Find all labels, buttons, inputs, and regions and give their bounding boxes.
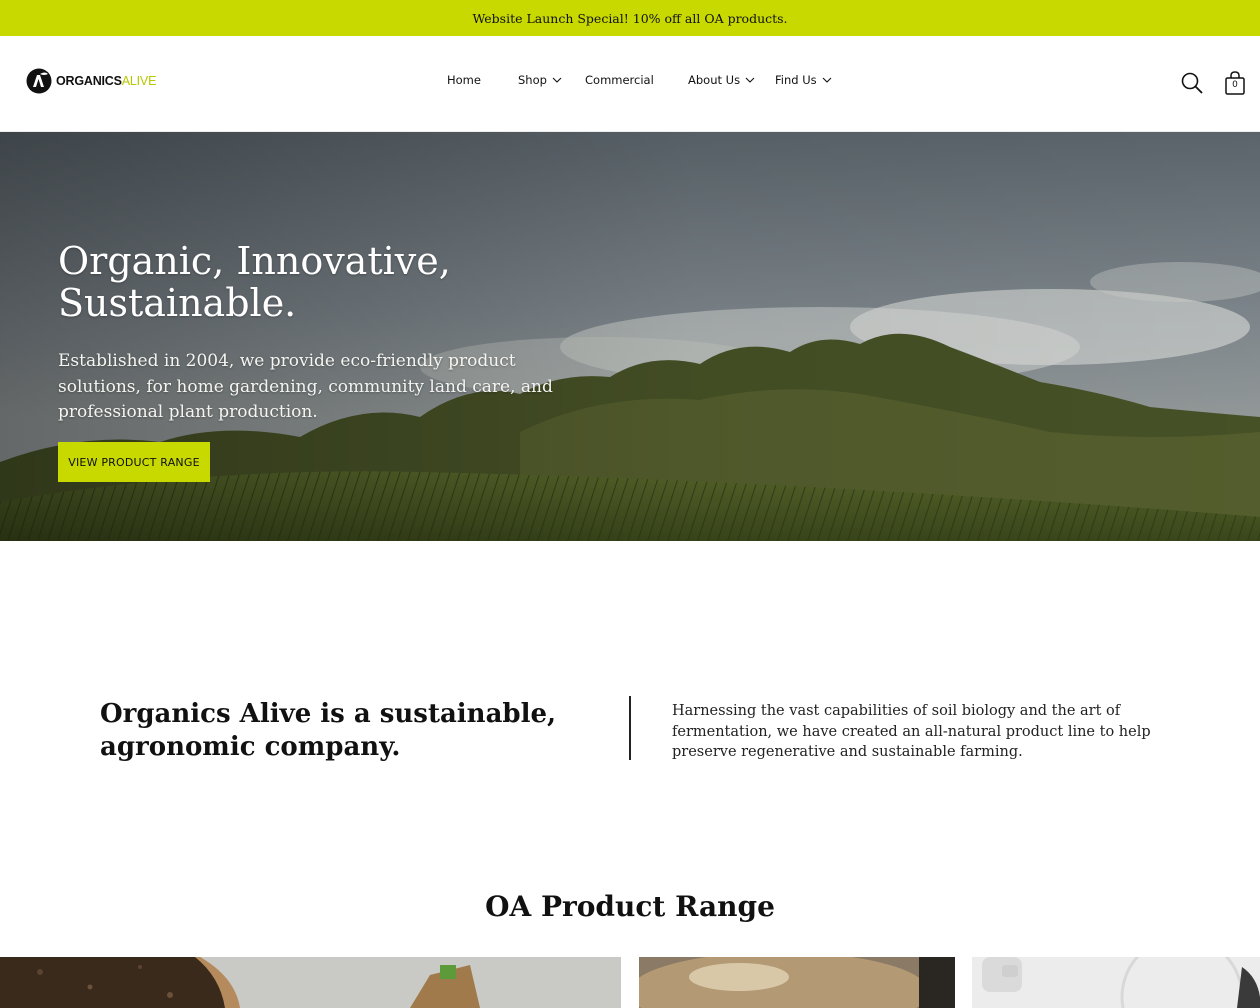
nav-home[interactable]: Home: [447, 73, 481, 87]
product-tile[interactable]: [972, 957, 1260, 1008]
nav-find[interactable]: Find Us: [775, 73, 832, 87]
product-bread-image: [639, 957, 955, 1008]
search-icon[interactable]: [1180, 71, 1204, 95]
chevron-down-icon: [745, 77, 755, 83]
nav-find-label: Find Us: [775, 73, 817, 87]
nav-home-label: Home: [447, 73, 481, 87]
nav-shop-label: Shop: [518, 73, 547, 87]
nav-about-label: About Us: [688, 73, 741, 87]
about-heading: Organics Alive is a sustainable, agronom…: [100, 699, 557, 762]
product-tile[interactable]: [639, 957, 955, 1008]
cart-button[interactable]: 0: [1224, 70, 1246, 96]
product-range-title: OA Product Range: [485, 890, 775, 923]
nav-commercial[interactable]: Commercial: [585, 73, 654, 87]
nav-commercial-label: Commercial: [585, 73, 654, 87]
announcement-bar: Website Launch Special! 10% off all OA p…: [0, 0, 1260, 36]
announcement-text: Website Launch Special! 10% off all OA p…: [472, 10, 788, 26]
nav-shop[interactable]: Shop: [518, 73, 562, 87]
about-body: Harnessing the vast capabilities of soil…: [672, 703, 1151, 761]
site-header: ORGANICSALIVE Home Shop Commercial About…: [0, 36, 1260, 132]
product-soil-image: [0, 957, 621, 1008]
about-divider: [629, 696, 631, 760]
hero-banner: Organic, Innovative, Sustainable. Establ…: [0, 132, 1260, 541]
main-nav: Home Shop Commercial About Us Find Us: [0, 36, 1260, 132]
hero-subtitle: Established in 2004, we provide eco-frie…: [58, 351, 553, 422]
product-tile[interactable]: [0, 957, 621, 1008]
view-product-range-button[interactable]: VIEW PRODUCT RANGE: [58, 442, 210, 482]
hero-title: Organic, Innovative, Sustainable.: [58, 239, 451, 325]
chevron-down-icon: [552, 77, 562, 83]
nav-about[interactable]: About Us: [688, 73, 755, 87]
chevron-down-icon: [822, 77, 832, 83]
cart-count: 0: [1232, 80, 1238, 90]
product-lab-image: [972, 957, 1260, 1008]
